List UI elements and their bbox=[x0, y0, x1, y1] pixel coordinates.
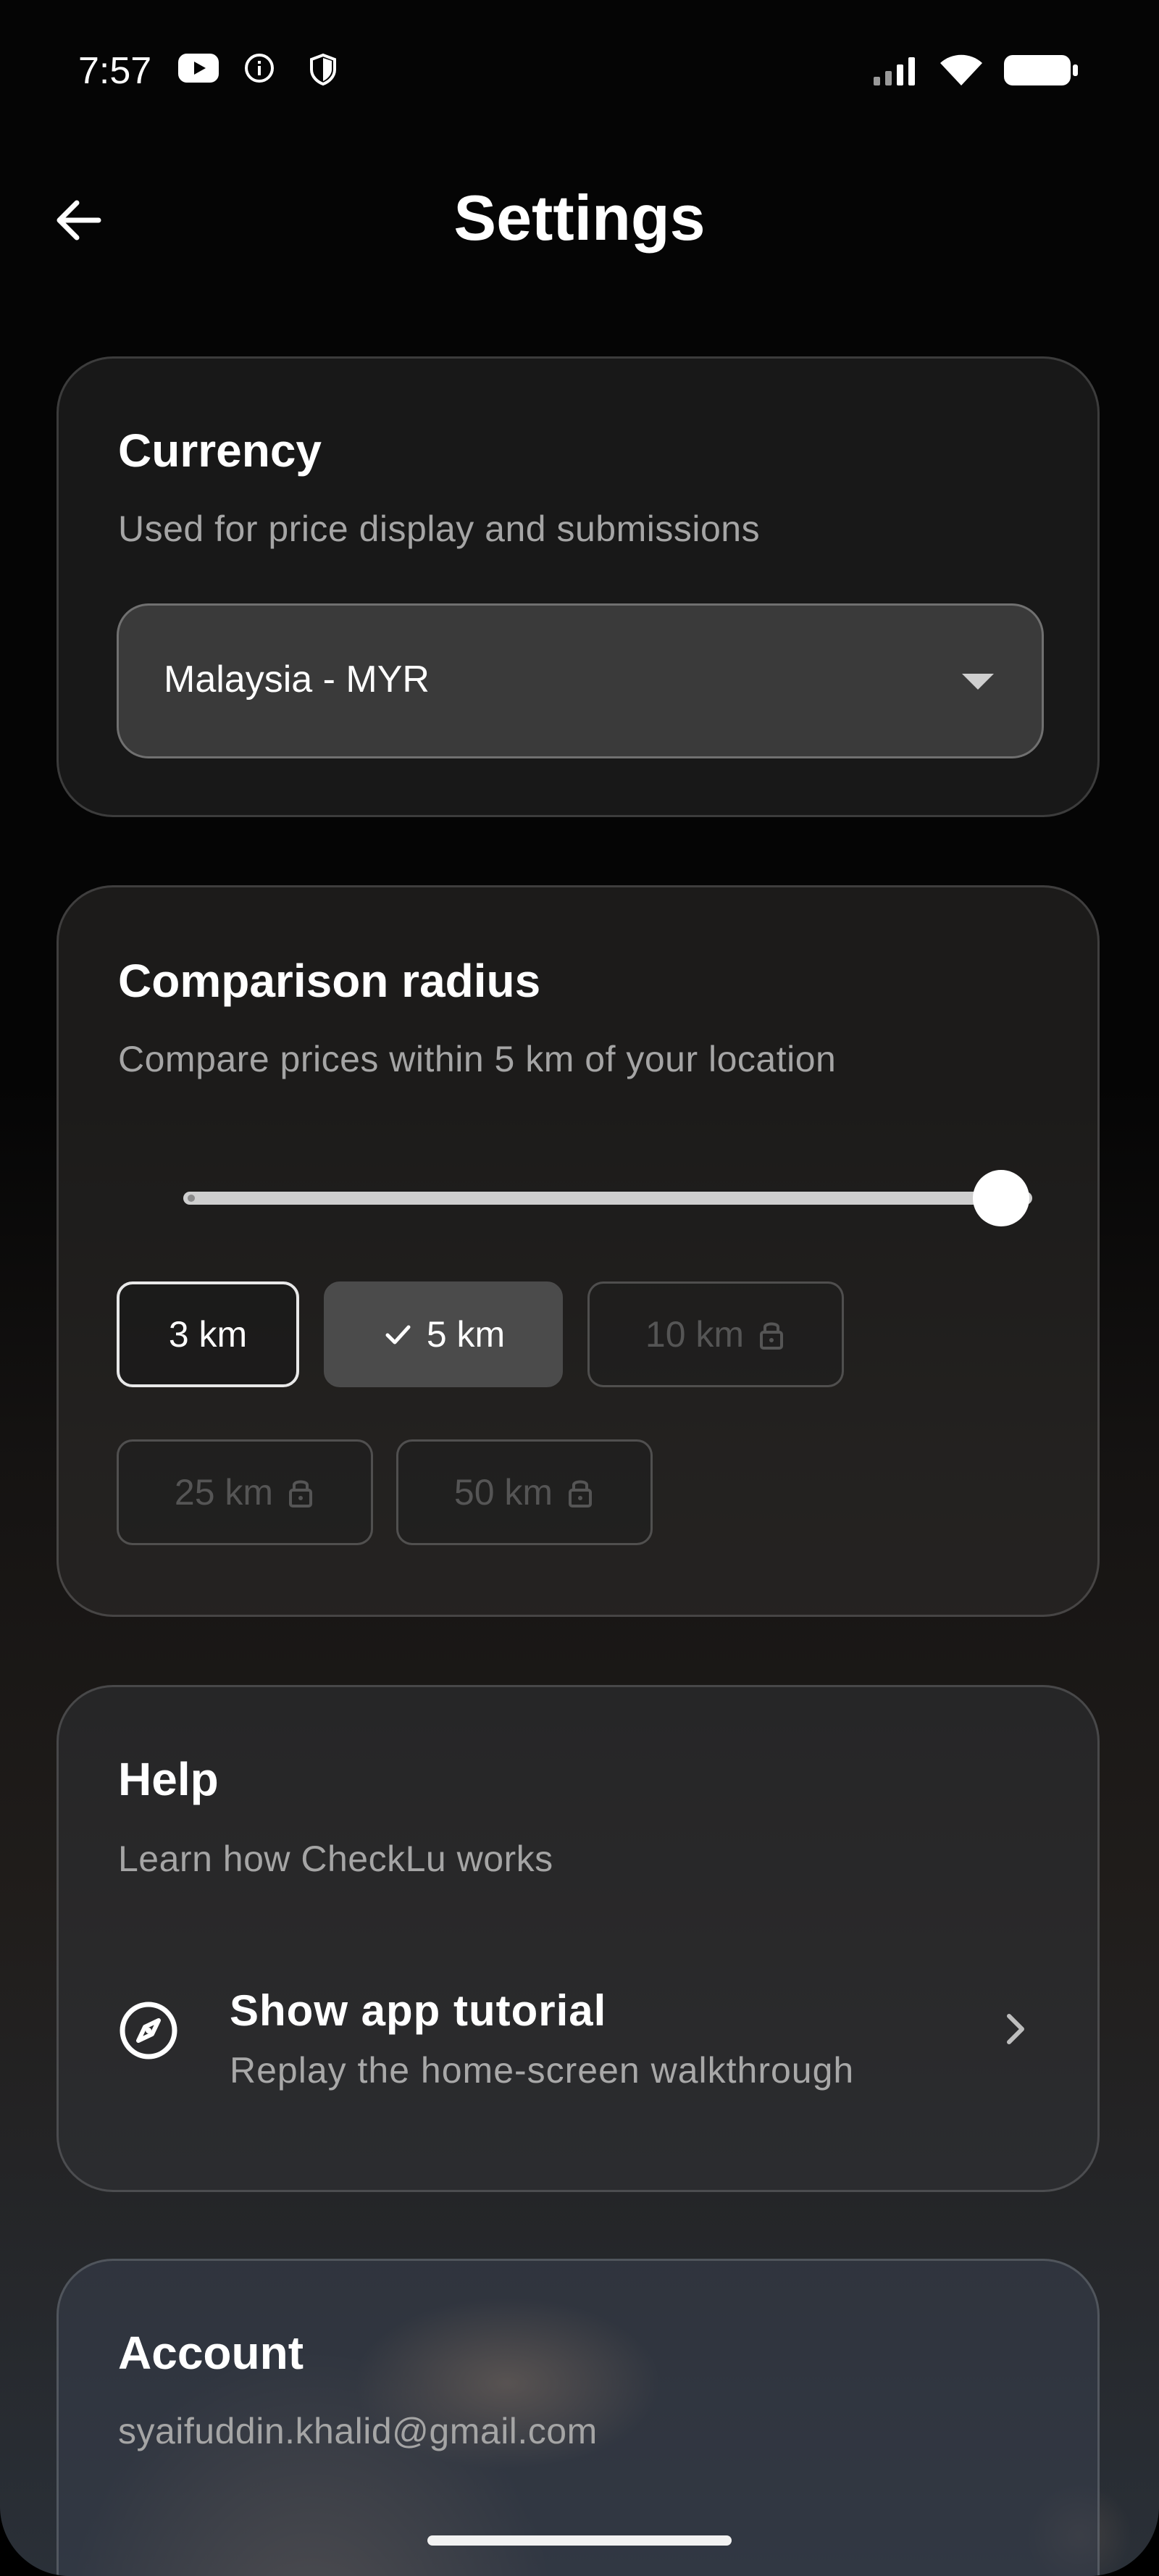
battery-icon bbox=[1004, 55, 1078, 85]
tutorial-subtitle: Replay the home-screen walkthrough bbox=[230, 2050, 855, 2091]
settings-screen: 7:57 Settings Currency Used for price di… bbox=[0, 0, 1159, 2576]
compass-icon bbox=[120, 2002, 177, 2059]
radius-subtitle: Compare prices within 5 km of your locat… bbox=[118, 1039, 837, 1079]
page-title: Settings bbox=[453, 182, 706, 254]
chip-label: 50 km bbox=[453, 1472, 553, 1513]
chip-label: 3 km bbox=[168, 1314, 248, 1355]
help-title: Help bbox=[118, 1753, 219, 1805]
signal-icon bbox=[874, 57, 915, 85]
lock-icon bbox=[760, 1322, 784, 1350]
wifi-icon bbox=[940, 54, 982, 85]
lock-icon bbox=[289, 1480, 313, 1507]
chip-label: 10 km bbox=[645, 1314, 745, 1355]
status-time: 7:57 bbox=[78, 50, 152, 92]
home-indicator[interactable] bbox=[427, 2535, 732, 2546]
currency-select[interactable]: Malaysia - MYR bbox=[117, 603, 1044, 758]
account-card: Account syaifuddin.khalid@gmail.com bbox=[57, 2259, 1100, 2576]
check-icon bbox=[385, 1325, 411, 1345]
radius-chip-10km[interactable]: 10 km bbox=[587, 1281, 844, 1387]
chip-label: 25 km bbox=[174, 1472, 274, 1513]
shield-icon bbox=[310, 53, 336, 86]
help-card: Help Learn how CheckLu works Show app tu… bbox=[57, 1685, 1100, 2192]
currency-subtitle: Used for price display and submissions bbox=[118, 509, 761, 549]
youtube-icon bbox=[178, 54, 219, 83]
radius-slider-track[interactable] bbox=[183, 1192, 1032, 1205]
status-bar: 7:57 bbox=[0, 0, 1159, 145]
currency-selected-value: Malaysia - MYR bbox=[164, 658, 430, 701]
chip-label: 5 km bbox=[426, 1314, 506, 1355]
currency-title: Currency bbox=[118, 425, 322, 477]
currency-card: Currency Used for price display and subm… bbox=[57, 356, 1100, 817]
radius-slider-thumb[interactable] bbox=[973, 1170, 1029, 1226]
slider-start-dot bbox=[188, 1195, 195, 1202]
account-email: syaifuddin.khalid@gmail.com bbox=[118, 2411, 598, 2451]
radius-chip-3km[interactable]: 3 km bbox=[117, 1281, 299, 1387]
account-title: Account bbox=[118, 2327, 304, 2379]
radius-chip-25km[interactable]: 25 km bbox=[117, 1439, 373, 1545]
tutorial-title: Show app tutorial bbox=[230, 1986, 607, 2035]
radius-card: Comparison radius Compare prices within … bbox=[57, 885, 1100, 1617]
chevron-right-icon bbox=[1007, 2014, 1024, 2044]
radius-chip-5km[interactable]: 5 km bbox=[324, 1281, 563, 1387]
radius-chip-50km[interactable]: 50 km bbox=[396, 1439, 653, 1545]
lock-icon bbox=[569, 1480, 593, 1507]
show-tutorial-row[interactable]: Show app tutorial Replay the home-screen… bbox=[59, 1948, 1102, 2122]
help-subtitle: Learn how CheckLu works bbox=[118, 1839, 553, 1879]
radius-title: Comparison radius bbox=[118, 955, 541, 1007]
info-icon bbox=[245, 54, 274, 83]
dropdown-arrow-icon bbox=[962, 674, 994, 690]
